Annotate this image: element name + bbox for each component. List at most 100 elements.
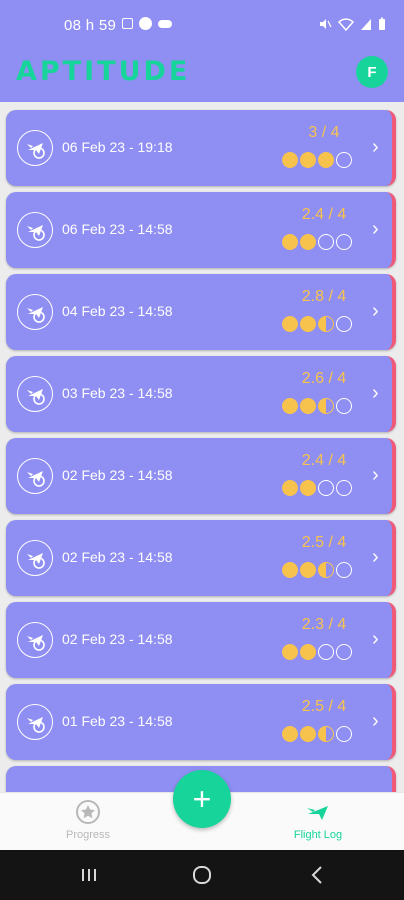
rating-dot — [318, 316, 334, 332]
rating-dots — [282, 644, 352, 660]
back-icon — [311, 866, 322, 884]
rating-dot — [282, 316, 298, 332]
flight-log-entry-icon — [17, 294, 53, 330]
rating-dot — [318, 398, 334, 414]
flight-date: 03 Feb 23 - 14:58 — [62, 385, 173, 401]
battery-icon — [379, 17, 385, 30]
rating-dot — [318, 644, 334, 660]
rating-dots — [282, 480, 352, 496]
flight-date: 01 Feb 23 - 14:58 — [62, 713, 173, 729]
flight-date: 02 Feb 23 - 14:58 — [62, 631, 173, 647]
flight-date: 06 Feb 23 - 14:58 — [62, 221, 173, 237]
rating-dot — [336, 234, 352, 250]
rating-dot — [336, 726, 352, 742]
rating-dots — [282, 152, 352, 168]
flight-date: 04 Feb 23 - 14:58 — [62, 303, 173, 319]
rating-dot — [336, 316, 352, 332]
flight-date: 06 Feb 23 - 19:18 — [62, 139, 173, 155]
flight-score: 2.5 / 4 — [301, 698, 347, 715]
rating-dot — [282, 480, 298, 496]
rating-dots — [282, 398, 352, 414]
image-notification-icon — [122, 18, 133, 29]
rating-dot — [300, 152, 316, 168]
rating-dot — [300, 480, 316, 496]
wifi-icon — [338, 18, 354, 31]
flight-log-card[interactable]: 02 Feb 23 - 14:58 2.3 / 4 › — [6, 602, 396, 678]
nav-flight-log-label: Flight Log — [293, 829, 343, 841]
status-right-icons — [318, 17, 386, 31]
chevron-right-icon: › — [372, 300, 379, 322]
rating-dot — [300, 316, 316, 332]
mute-icon — [320, 19, 332, 29]
add-flight-button[interactable]: + — [173, 770, 231, 828]
rating-dot — [282, 562, 298, 578]
flight-score: 2.4 / 4 — [301, 206, 347, 223]
profile-avatar[interactable]: F — [356, 56, 388, 88]
flight-date: 02 Feb 23 - 14:58 — [62, 549, 173, 565]
flight-score: 2.5 / 4 — [301, 534, 347, 551]
home-button[interactable] — [187, 862, 217, 888]
progress-badge-icon — [76, 800, 100, 824]
rating-dot — [336, 398, 352, 414]
flight-log-card[interactable]: 02 Feb 23 - 14:58 2.4 / 4 › — [6, 438, 396, 514]
flight-log-card[interactable]: 06 Feb 23 - 14:58 2.4 / 4 › — [6, 192, 396, 268]
flight-log-entry-icon — [17, 212, 53, 248]
nav-flight-log[interactable]: Flight Log — [258, 799, 378, 841]
chevron-right-icon: › — [372, 464, 379, 486]
nav-progress[interactable]: Progress — [28, 799, 148, 841]
status-left-icons — [122, 17, 172, 30]
flight-log-entry-icon — [17, 458, 53, 494]
flight-log-card[interactable]: 01 Feb 23 - 14:58 2.5 / 4 › — [6, 684, 396, 760]
flight-log-entry-icon — [17, 622, 53, 658]
rating-dot — [336, 562, 352, 578]
chevron-right-icon: › — [372, 628, 379, 650]
chevron-right-icon: › — [372, 710, 379, 732]
rating-dot — [318, 726, 334, 742]
rating-dot — [300, 398, 316, 414]
rating-dot — [282, 398, 298, 414]
chevron-right-icon: › — [372, 218, 379, 240]
flight-log-entry-icon — [17, 540, 53, 576]
status-time: 08 h 59 — [64, 17, 117, 34]
chevron-right-icon: › — [372, 546, 379, 568]
app-notification-icon — [139, 17, 152, 30]
rating-dots — [282, 562, 352, 578]
flight-date: 02 Feb 23 - 14:58 — [62, 467, 173, 483]
flight-log-card[interactable]: 03 Feb 23 - 14:58 2.6 / 4 › — [6, 356, 396, 432]
flight-log-list[interactable]: 06 Feb 23 - 19:18 3 / 4 › 06 Feb 23 - 14:58… — [0, 102, 404, 792]
airplane-icon — [307, 806, 328, 820]
rating-dot — [282, 644, 298, 660]
rating-dots — [282, 316, 352, 332]
flight-log-card[interactable]: 04 Feb 23 - 14:58 2.8 / 4 › — [6, 274, 396, 350]
rating-dot — [318, 152, 334, 168]
rating-dots — [282, 726, 352, 742]
flight-log-entry-icon — [17, 704, 53, 740]
rating-dot — [300, 644, 316, 660]
rating-dot — [300, 562, 316, 578]
rating-dot — [318, 480, 334, 496]
recents-button[interactable] — [74, 862, 104, 888]
app-title: APTITUDE — [16, 56, 191, 87]
flight-score: 2.6 / 4 — [301, 370, 347, 387]
flight-score: 2.4 / 4 — [301, 452, 347, 469]
system-navigation-bar — [0, 850, 404, 900]
rating-dot — [336, 480, 352, 496]
recents-icon — [82, 869, 96, 881]
rating-dot — [318, 562, 334, 578]
flight-log-card[interactable]: 02 Feb 23 - 14:58 2.5 / 4 › — [6, 520, 396, 596]
rating-dot — [336, 644, 352, 660]
rating-dot — [282, 152, 298, 168]
rating-dot — [300, 234, 316, 250]
rating-dots — [282, 234, 352, 250]
signal-icon — [361, 18, 371, 30]
nav-progress-label: Progress — [65, 829, 111, 841]
back-button[interactable] — [302, 862, 332, 888]
flight-score: 2.8 / 4 — [301, 288, 347, 305]
flight-log-entry-icon — [17, 376, 53, 412]
rating-dot — [282, 726, 298, 742]
rating-dot — [300, 726, 316, 742]
flight-score: 3 / 4 — [308, 124, 340, 141]
flight-log-card[interactable]: 06 Feb 23 - 19:18 3 / 4 › — [6, 110, 396, 186]
rating-dot — [336, 152, 352, 168]
status-bar: 08 h 59 — [0, 0, 404, 50]
